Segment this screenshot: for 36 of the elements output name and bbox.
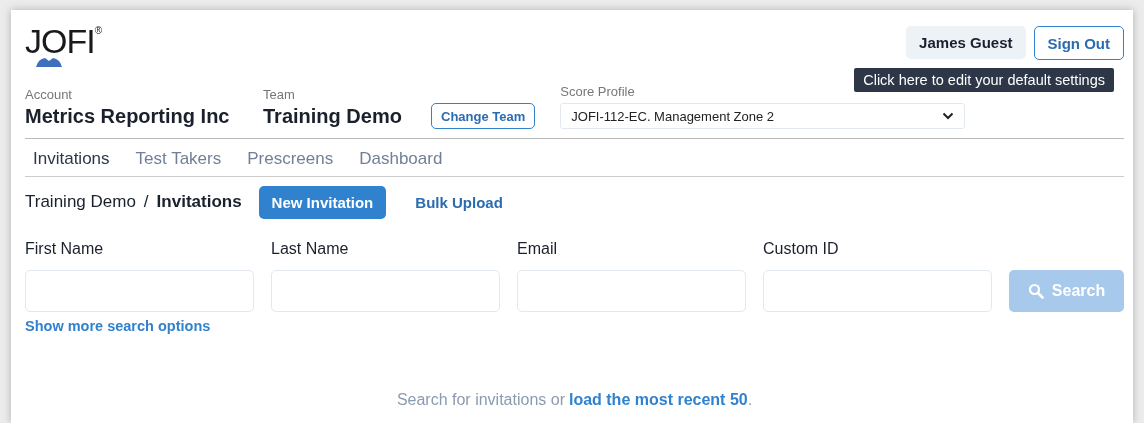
user-name-button[interactable]: James Guest	[906, 26, 1026, 59]
more-search-options-link[interactable]: Show more search options	[25, 318, 211, 334]
breadcrumb-separator: /	[143, 192, 149, 212]
nav-tab[interactable]: Invitations	[33, 149, 110, 169]
field-label: Last Name	[271, 239, 350, 259]
new-invitation-button[interactable]: New Invitation	[258, 185, 387, 219]
nav-tab[interactable]: Test Takers	[135, 149, 222, 169]
chevron-down-icon	[942, 112, 955, 120]
logo-wordmark: JOFI	[25, 24, 95, 58]
nav-tab[interactable]: Prescreens	[247, 149, 334, 169]
empty-message: Search for invitations or	[396, 391, 565, 408]
person-shoulders-icon	[36, 57, 62, 67]
score-profile-select[interactable]: JOFI-112-EC. Management Zone 2	[560, 103, 966, 129]
input-field[interactable]	[271, 270, 500, 312]
sign-out-button[interactable]: Sign Out	[1033, 26, 1124, 60]
input-field[interactable]	[763, 270, 992, 312]
field-label: First Name	[25, 239, 105, 259]
field-label: Email	[517, 239, 558, 259]
period-text: .	[747, 391, 753, 408]
nav-tab[interactable]: Dashboard	[359, 149, 443, 169]
search-icon	[1027, 283, 1044, 299]
change-team-button[interactable]: Change Team	[431, 103, 536, 129]
load-recent-link[interactable]: load the most recent 50	[568, 391, 748, 408]
breadcrumb-link[interactable]: Training Demo	[25, 192, 136, 212]
account-label: Account	[25, 87, 73, 103]
team-name: Training Demo	[263, 104, 403, 129]
score-profile-label: Score Profile	[560, 84, 636, 100]
team-label: Team	[263, 87, 296, 103]
bulk-upload-link[interactable]: Bulk Upload	[415, 193, 503, 211]
breadcrumb-current: Invitations	[156, 192, 242, 212]
input-field[interactable]	[517, 270, 746, 312]
tooltip: Click here to edit your default settings	[854, 68, 1114, 92]
account-name: Metrics Reporting Inc	[25, 104, 231, 129]
input-field[interactable]	[25, 270, 254, 312]
field-label: Custom ID	[763, 239, 840, 259]
registered-mark: ®	[94, 26, 103, 36]
